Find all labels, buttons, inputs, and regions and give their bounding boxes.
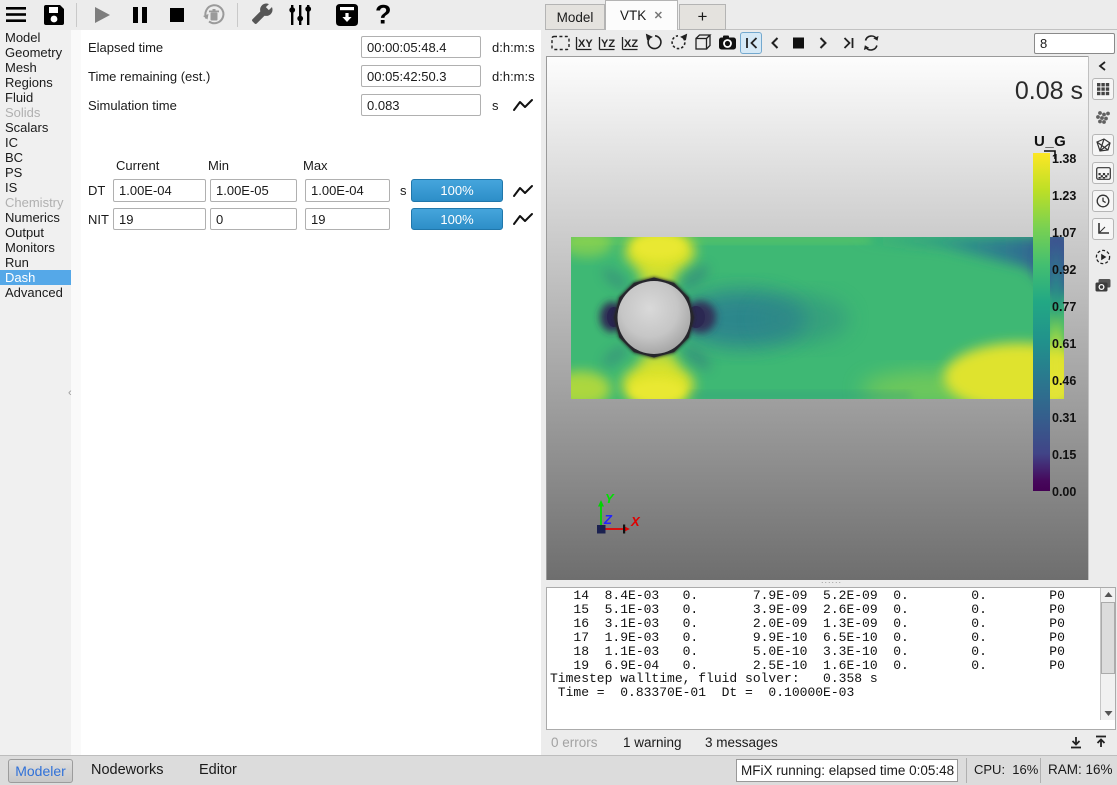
svg-text:?: ? [375, 0, 392, 30]
svg-text:X: X [630, 514, 641, 529]
svg-text:Z: Z [603, 512, 613, 527]
svg-text:XZ: XZ [624, 38, 638, 50]
svg-text:YZ: YZ [601, 38, 615, 50]
svg-text:Y: Y [605, 493, 615, 506]
svg-text:XY: XY [578, 38, 593, 50]
